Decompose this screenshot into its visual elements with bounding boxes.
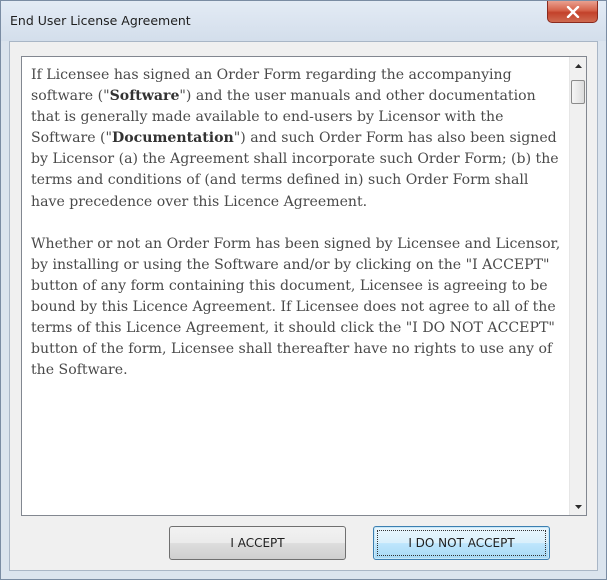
- window-title: End User License Agreement: [10, 13, 191, 28]
- arrow-up-icon: [574, 63, 582, 68]
- title-bar[interactable]: End User License Agreement: [1, 1, 606, 41]
- arrow-down-icon: [574, 504, 582, 509]
- vertical-scrollbar[interactable]: [569, 57, 586, 515]
- close-x-icon: [566, 5, 579, 18]
- documentation-term: Documentation: [112, 130, 234, 147]
- license-text: If Licensee has signed an Order Form reg…: [31, 65, 564, 513]
- license-text-area[interactable]: If Licensee has signed an Order Form reg…: [21, 56, 587, 516]
- software-term: Software: [109, 88, 180, 105]
- scroll-down-button[interactable]: [570, 498, 586, 515]
- scroll-up-button[interactable]: [570, 57, 586, 74]
- decline-button[interactable]: I DO NOT ACCEPT: [373, 526, 550, 560]
- focus-indicator: [377, 530, 546, 556]
- accept-button-label: I ACCEPT: [230, 536, 285, 550]
- dialog-body: If Licensee has signed an Order Form reg…: [9, 41, 598, 571]
- license-paragraph-1: If Licensee has signed an Order Form reg…: [31, 65, 564, 213]
- accept-button[interactable]: I ACCEPT: [169, 526, 346, 560]
- eula-dialog: End User License Agreement If Licensee h…: [0, 0, 607, 580]
- close-button[interactable]: [547, 1, 598, 23]
- license-paragraph-2: Whether or not an Order Form has been si…: [31, 235, 561, 379]
- scroll-thumb[interactable]: [571, 80, 585, 104]
